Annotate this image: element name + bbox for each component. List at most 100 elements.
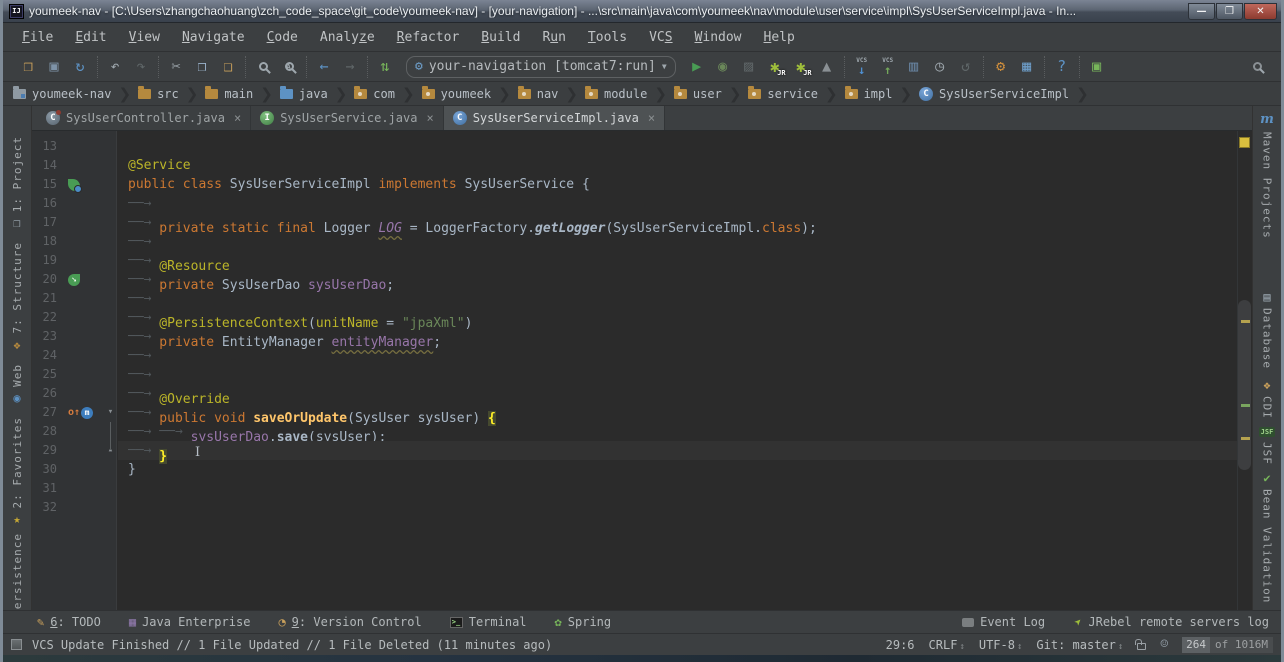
code-line-27[interactable]: 27o↑m▾──→public void saveOrUpdate(SysUse… <box>32 403 1237 422</box>
tool-stripe-web[interactable]: Web◉ <box>11 364 24 404</box>
undo-icon[interactable]: ↶ <box>103 56 127 78</box>
code-line-23[interactable]: 23──→private EntityManager entityManager… <box>32 327 1237 346</box>
redo-icon[interactable]: ↷ <box>129 56 153 78</box>
caret-position-widget[interactable]: 29:6 <box>886 638 915 652</box>
menu-analyze[interactable]: Analyze <box>309 30 386 45</box>
breadcrumb-item-service[interactable]: service <box>748 87 818 101</box>
code-line-24[interactable]: 24──→ <box>32 346 1237 365</box>
menu-code[interactable]: Code <box>256 30 309 45</box>
breadcrumb-item-nav[interactable]: nav <box>518 87 559 101</box>
code-line-21[interactable]: 21──→ <box>32 289 1237 308</box>
settings-icon[interactable]: ⚙ <box>989 56 1013 78</box>
code-line-30[interactable]: 30} <box>32 460 1237 479</box>
code-editor[interactable]: 1314@Service15public class SysUserServic… <box>32 131 1252 610</box>
menu-refactor[interactable]: Refactor <box>386 30 471 45</box>
breadcrumb-item-sysuserserviceimpl[interactable]: CSysUserServiceImpl <box>919 87 1069 101</box>
jrebel-debug-icon[interactable]: ✱JR <box>789 56 813 78</box>
maximize-button[interactable]: ❐ <box>1216 3 1243 20</box>
breadcrumb-item-main[interactable]: main <box>205 87 253 101</box>
tab-sysusercontroller-java[interactable]: CSysUserController.java× <box>37 106 251 130</box>
tab-sysuserserviceimpl-java[interactable]: CSysUserServiceImpl.java× <box>444 106 665 130</box>
menu-window[interactable]: Window <box>684 30 753 45</box>
menu-edit[interactable]: Edit <box>64 30 117 45</box>
code-line-29[interactable]: 29▴──→} <box>32 441 1237 460</box>
tool-stripe-jsf[interactable]: JSFJSF <box>1259 427 1276 465</box>
jrebel-sync-icon[interactable]: ▣ <box>1085 56 1109 78</box>
code-line-31[interactable]: 31 <box>32 479 1237 498</box>
fold-marker[interactable]: ▾ <box>103 403 118 422</box>
tool-window-button-9-version-control[interactable]: ◔9: Version Control <box>278 615 421 629</box>
autowired-icon[interactable]: ➘ <box>68 274 80 286</box>
tool-window-button-event-log[interactable]: Event Log <box>962 615 1045 629</box>
tool-stripe-7-structure[interactable]: 7: Structure❖ <box>11 242 24 350</box>
breadcrumb-item-module[interactable]: module <box>585 87 647 101</box>
breadcrumb-item-src[interactable]: src <box>138 87 179 101</box>
hector-inspections-icon[interactable]: ☺ <box>1160 637 1168 652</box>
replace-icon[interactable]: A <box>277 56 301 78</box>
tool-window-button-spring[interactable]: ✿Spring <box>555 615 612 629</box>
tab-close-icon[interactable]: × <box>648 111 655 125</box>
code-line-13[interactable]: 13 <box>32 137 1237 156</box>
git-branch-widget[interactable]: Git: master↕ <box>1036 638 1123 652</box>
menu-run[interactable]: Run <box>531 30 576 45</box>
fold-marker[interactable] <box>103 422 118 441</box>
code-line-14[interactable]: 14@Service <box>32 156 1237 175</box>
memory-indicator[interactable]: 264 of 1016M <box>1182 637 1273 653</box>
menu-tools[interactable]: Tools <box>577 30 638 45</box>
breadcrumb-item-user[interactable]: user <box>674 87 722 101</box>
spring-bean-icon[interactable] <box>68 179 80 191</box>
tool-stripe-maven-projects[interactable]: mMaven Projects <box>1260 112 1274 239</box>
jrebel-marker-icon[interactable]: m <box>81 407 93 419</box>
coverage-icon[interactable]: ▨ <box>737 56 761 78</box>
code-line-19[interactable]: 19──→@Resource <box>32 251 1237 270</box>
synchronize-icon[interactable]: ↻ <box>68 56 92 78</box>
run-configuration-select[interactable]: ⚙ your-navigation [tomcat7:run] ▼ <box>406 56 676 78</box>
inspection-status-icon[interactable] <box>1239 137 1250 148</box>
menu-navigate[interactable]: Navigate <box>171 30 256 45</box>
tool-window-button-jrebel-remote-servers-log[interactable]: ➤JRebel remote servers log <box>1075 615 1269 629</box>
menu-file[interactable]: File <box>11 30 64 45</box>
code-line-16[interactable]: 16──→ <box>32 194 1237 213</box>
jrebel-run-icon[interactable]: ✱JR <box>763 56 787 78</box>
code-line-26[interactable]: 26──→@Override <box>32 384 1237 403</box>
tool-stripe-1-project[interactable]: 1: Project❒ <box>11 136 24 229</box>
menu-help[interactable]: Help <box>753 30 806 45</box>
shelve-icon[interactable]: ▥ <box>902 56 926 78</box>
profiler-icon[interactable]: ▲ <box>815 56 839 78</box>
tool-stripe-2-favorites[interactable]: 2: Favorites★ <box>11 417 24 525</box>
line-separator-widget[interactable]: CRLF↕ <box>929 638 965 652</box>
unlock-icon[interactable] <box>1137 643 1146 650</box>
cut-icon[interactable]: ✂ <box>164 56 188 78</box>
debug-icon[interactable]: ◉ <box>711 56 735 78</box>
find-icon[interactable] <box>251 56 275 78</box>
tab-close-icon[interactable]: × <box>234 111 241 125</box>
close-button[interactable]: ✕ <box>1244 3 1277 20</box>
menu-vcs[interactable]: VCS <box>638 30 683 45</box>
tool-window-toggle-icon[interactable] <box>11 639 22 650</box>
copy-icon[interactable]: ❐ <box>190 56 214 78</box>
menu-view[interactable]: View <box>118 30 171 45</box>
rollback-icon[interactable]: ↺ <box>954 56 978 78</box>
code-line-32[interactable]: 32 <box>32 498 1237 517</box>
line-numbers-icon[interactable]: ⇅ <box>373 56 397 78</box>
breadcrumb-item-impl[interactable]: impl <box>845 87 893 101</box>
minimize-button[interactable]: — <box>1188 3 1215 20</box>
tab-sysuserservice-java[interactable]: ISysUserService.java× <box>251 106 444 130</box>
code-line-20[interactable]: 20➘──→private SysUserDao sysUserDao; <box>32 270 1237 289</box>
code-line-22[interactable]: 22──→@PersistenceContext(unitName = "jpa… <box>32 308 1237 327</box>
code-line-17[interactable]: 17──→private static final Logger LOG = L… <box>32 213 1237 232</box>
overriding-method-icon[interactable]: o↑ <box>68 407 80 419</box>
tool-window-button-6-todo[interactable]: ✎6: TODO <box>37 615 101 629</box>
code-line-15[interactable]: 15public class SysUserServiceImpl implem… <box>32 175 1237 194</box>
tool-stripe-persistence[interactable]: Persistence▤ <box>11 533 24 610</box>
help-icon[interactable]: ? <box>1050 56 1074 78</box>
back-icon[interactable]: ← <box>312 56 336 78</box>
encoding-widget[interactable]: UTF-8↕ <box>979 638 1023 652</box>
vcs-commit-icon[interactable]: VCS↑ <box>876 56 900 78</box>
save-icon[interactable]: ▣ <box>42 56 66 78</box>
recent-changes-icon[interactable]: ◷ <box>928 56 952 78</box>
tool-window-button-java-enterprise[interactable]: ▦Java Enterprise <box>129 615 251 629</box>
forward-icon[interactable]: → <box>338 56 362 78</box>
editor-scrollbar[interactable] <box>1238 300 1251 470</box>
vcs-update-icon[interactable]: VCS↓ <box>850 56 874 78</box>
